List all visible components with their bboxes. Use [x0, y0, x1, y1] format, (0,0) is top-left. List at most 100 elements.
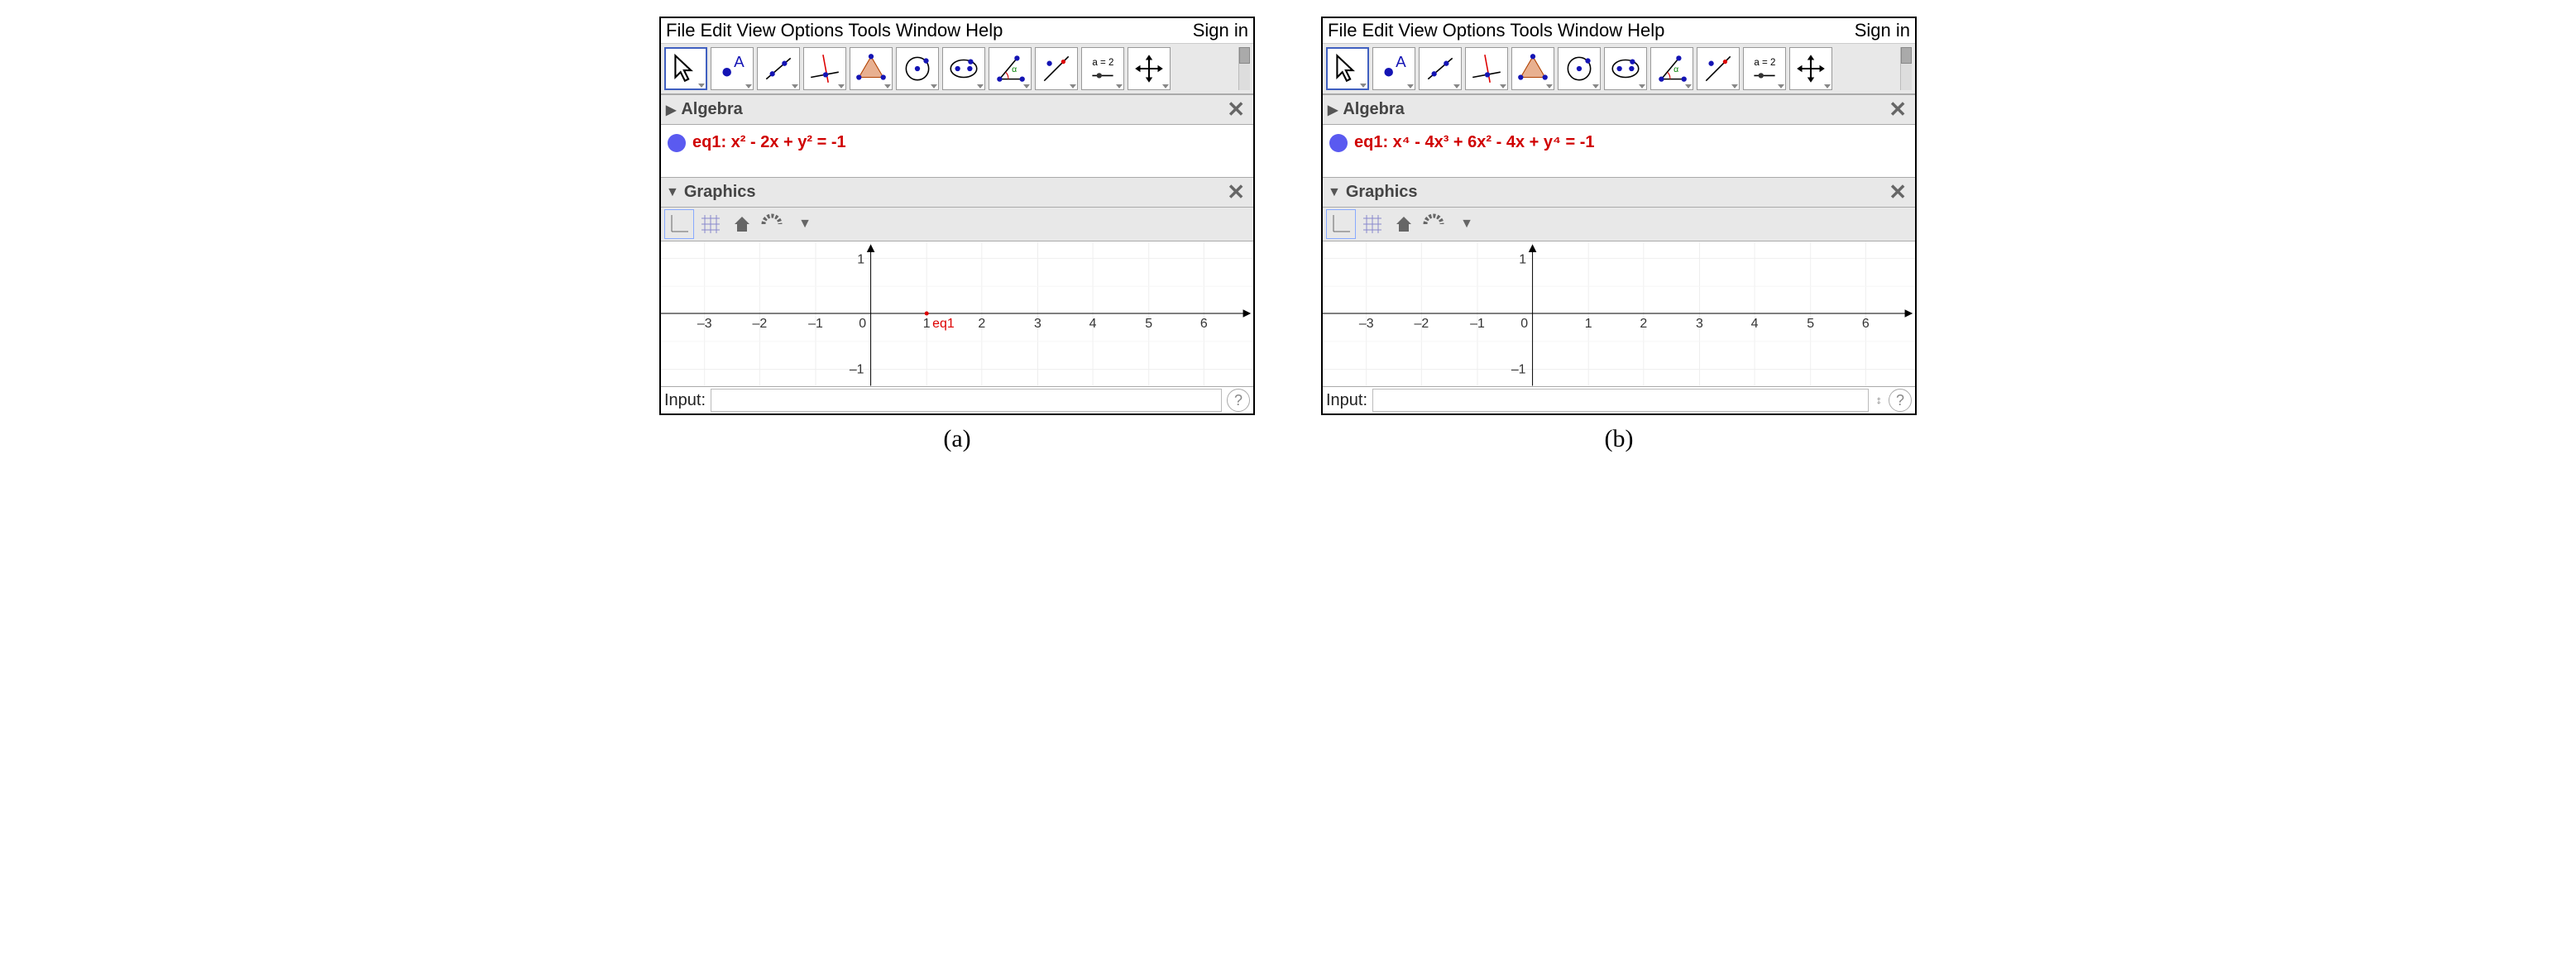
geogebra-window-a: File Edit View Options Tools Window Help… — [659, 17, 1255, 415]
svg-text:–3: –3 — [1359, 317, 1374, 331]
tool-move[interactable] — [1326, 47, 1369, 90]
toolbar-scrollbar[interactable] — [1900, 47, 1912, 90]
menu-edit[interactable]: Edit — [1362, 20, 1393, 41]
menu-tools[interactable]: Tools — [849, 20, 891, 41]
collapse-icon: ▶ — [1328, 102, 1338, 118]
tool-line[interactable] — [1419, 47, 1462, 90]
help-icon[interactable]: ? — [1227, 389, 1250, 412]
home-icon[interactable] — [1389, 209, 1419, 239]
svg-text:1: 1 — [1585, 317, 1592, 331]
svg-text:5: 5 — [1807, 317, 1814, 331]
svg-text:A: A — [734, 54, 745, 71]
menu-window[interactable]: Window — [896, 20, 960, 41]
menu-file[interactable]: File — [666, 20, 695, 41]
tool-angle[interactable]: α — [989, 47, 1032, 90]
eq1-point[interactable] — [925, 312, 929, 316]
menu-window[interactable]: Window — [1558, 20, 1622, 41]
tool-circle[interactable] — [896, 47, 939, 90]
toolbar-scrollbar[interactable] — [1238, 47, 1250, 90]
svg-text:A: A — [1396, 54, 1406, 71]
graphics-panel-header[interactable]: ▼ Graphics ✕ — [661, 177, 1253, 208]
equation-visibility-toggle[interactable] — [1329, 134, 1348, 152]
graph-canvas[interactable]: –3–2–1 012 3456 1–1 — [1323, 241, 1915, 386]
menu-tools[interactable]: Tools — [1511, 20, 1553, 41]
input-options-button[interactable]: ⦂ — [1874, 394, 1884, 407]
tool-slider[interactable]: a = 2 — [1081, 47, 1124, 90]
signin-link[interactable]: Sign in — [1855, 20, 1910, 41]
menubar: File Edit View Options Tools Window Help… — [1323, 18, 1915, 44]
grid-toggle[interactable] — [1357, 209, 1387, 239]
tool-polygon[interactable] — [1511, 47, 1554, 90]
tool-reflect[interactable] — [1035, 47, 1078, 90]
tool-move-view[interactable] — [1128, 47, 1171, 90]
svg-text:–2: –2 — [1414, 317, 1429, 331]
close-icon[interactable]: ✕ — [1223, 97, 1248, 122]
algebra-content: eq1: x² - 2x + y² = -1 — [661, 125, 1253, 177]
close-icon[interactable]: ✕ — [1885, 179, 1910, 205]
svg-text:3: 3 — [1034, 317, 1041, 331]
menu-options[interactable]: Options — [1443, 20, 1506, 41]
input-field[interactable] — [1372, 389, 1869, 412]
svg-text:α: α — [1012, 65, 1017, 74]
graphics-panel-header[interactable]: ▼ Graphics ✕ — [1323, 177, 1915, 208]
tool-move-view[interactable] — [1789, 47, 1832, 90]
point-capturing-icon[interactable] — [1420, 209, 1450, 239]
svg-text:5: 5 — [1145, 317, 1152, 331]
home-icon[interactable] — [727, 209, 757, 239]
menu-options[interactable]: Options — [781, 20, 844, 41]
menu-view[interactable]: View — [1398, 20, 1437, 41]
signin-link[interactable]: Sign in — [1193, 20, 1248, 41]
close-icon[interactable]: ✕ — [1885, 97, 1910, 122]
menu-help[interactable]: Help — [965, 20, 1003, 41]
equation-text[interactable]: eq1: x⁴ - 4x³ + 6x² - 4x + y⁴ = -1 — [1354, 133, 1594, 152]
svg-text:0: 0 — [859, 317, 866, 331]
input-field[interactable] — [711, 389, 1222, 412]
geogebra-window-b: File Edit View Options Tools Window Help… — [1321, 17, 1917, 415]
close-icon[interactable]: ✕ — [1223, 179, 1248, 205]
tool-point[interactable]: A — [711, 47, 754, 90]
tool-ellipse[interactable] — [942, 47, 985, 90]
svg-text:1: 1 — [1519, 252, 1526, 266]
graphics-settings-dropdown[interactable]: ▼ — [1452, 209, 1482, 239]
svg-text:1: 1 — [857, 252, 864, 266]
tool-perpendicular[interactable] — [1465, 47, 1508, 90]
svg-text:3: 3 — [1696, 317, 1703, 331]
tool-angle[interactable]: α — [1650, 47, 1693, 90]
algebra-panel-header[interactable]: ▶ Algebra ✕ — [661, 94, 1253, 125]
svg-text:6: 6 — [1862, 317, 1870, 331]
menu-file[interactable]: File — [1328, 20, 1357, 41]
coordinate-plane: –3–2–1 012 3456 1–1 — [1323, 241, 1915, 386]
tool-polygon[interactable] — [850, 47, 893, 90]
menu-edit[interactable]: Edit — [700, 20, 731, 41]
equation-text[interactable]: eq1: x² - 2x + y² = -1 — [692, 133, 846, 152]
tool-line[interactable] — [757, 47, 800, 90]
equation-visibility-toggle[interactable] — [668, 134, 686, 152]
svg-text:–1: –1 — [808, 317, 823, 331]
tool-slider[interactable]: a = 2 — [1743, 47, 1786, 90]
algebra-content: eq1: x⁴ - 4x³ + 6x² - 4x + y⁴ = -1 — [1323, 125, 1915, 177]
graph-canvas[interactable]: –3–2–1 012 3456 1–1 eq1 — [661, 241, 1253, 386]
algebra-title: Algebra — [681, 100, 742, 119]
svg-text:–1: –1 — [1470, 317, 1485, 331]
grid-toggle[interactable] — [696, 209, 725, 239]
menubar: File Edit View Options Tools Window Help… — [661, 18, 1253, 44]
axes-toggle[interactable] — [1326, 209, 1356, 239]
menu-help[interactable]: Help — [1627, 20, 1664, 41]
graphics-settings-dropdown[interactable]: ▼ — [790, 209, 820, 239]
tool-point[interactable]: A — [1372, 47, 1415, 90]
svg-text:–3: –3 — [697, 317, 712, 331]
algebra-panel-header[interactable]: ▶ Algebra ✕ — [1323, 94, 1915, 125]
tool-move[interactable] — [664, 47, 707, 90]
menu-view[interactable]: View — [736, 20, 775, 41]
point-capturing-icon[interactable] — [759, 209, 788, 239]
tool-circle[interactable] — [1558, 47, 1601, 90]
help-icon[interactable]: ? — [1889, 389, 1912, 412]
tool-reflect[interactable] — [1697, 47, 1740, 90]
svg-text:–2: –2 — [752, 317, 767, 331]
collapse-icon: ▼ — [1328, 185, 1341, 200]
axes-toggle[interactable] — [664, 209, 694, 239]
svg-text:1: 1 — [923, 317, 931, 331]
tool-perpendicular[interactable] — [803, 47, 846, 90]
tool-ellipse[interactable] — [1604, 47, 1647, 90]
coordinate-plane: –3–2–1 012 3456 1–1 eq1 — [661, 241, 1253, 386]
